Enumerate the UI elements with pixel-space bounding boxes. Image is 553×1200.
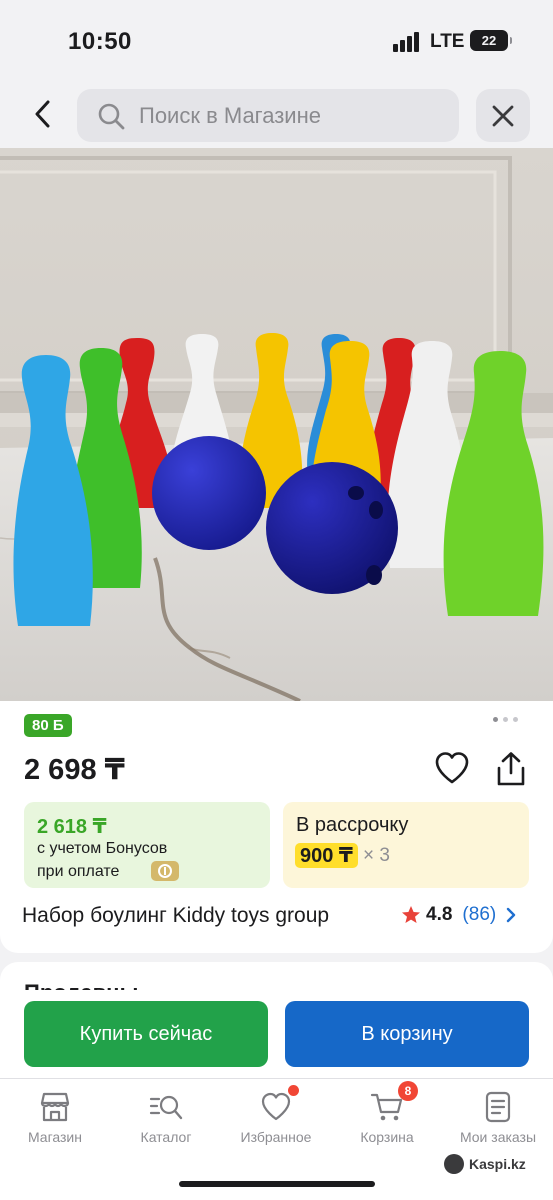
- chevron-left-icon: [35, 100, 50, 128]
- product-photo-bowling-set: [0, 148, 553, 701]
- installment-amount: 900 ₸: [295, 843, 358, 868]
- tab-label: Мои заказы: [459, 1129, 537, 1145]
- bonus-coin-icon: [151, 861, 179, 881]
- tab-label: Корзина: [360, 1129, 414, 1145]
- cart-icon: 8: [370, 1081, 418, 1123]
- installment-multiplier: × 3: [363, 845, 390, 866]
- share-icon[interactable]: [494, 751, 528, 787]
- status-time: 10:50: [68, 28, 132, 55]
- product-image[interactable]: [0, 148, 553, 701]
- buy-now-button[interactable]: Купить сейчас: [24, 1001, 268, 1067]
- installment-box[interactable]: В рассрочку 900 ₸ × 3: [283, 802, 529, 888]
- installment-label: В рассрочку: [296, 814, 409, 836]
- home-indicator: [179, 1181, 375, 1187]
- bonus-badge: 80 Б: [24, 714, 72, 737]
- search-header: Поиск в Магазине: [0, 80, 553, 148]
- product-price: 2 698 ₸: [24, 754, 125, 786]
- cellular-signal-icon: [393, 32, 419, 52]
- rating-link[interactable]: 4.8 (86): [401, 904, 516, 926]
- star-icon: [402, 906, 420, 923]
- review-count: (86): [462, 904, 497, 925]
- tab-catalog[interactable]: Каталог: [111, 1091, 221, 1145]
- tab-cart[interactable]: 8 Корзина: [332, 1081, 442, 1145]
- network-type: LTE: [430, 31, 465, 52]
- tab-orders[interactable]: Мои заказы: [443, 1091, 553, 1145]
- heart-icon: [259, 1085, 299, 1123]
- status-bar: 10:50 LTE 22: [0, 0, 553, 80]
- store-icon: [40, 1092, 70, 1122]
- kaspi-logo-icon: [444, 1154, 464, 1174]
- catalog-search-icon: [149, 1095, 183, 1120]
- tab-favorites[interactable]: Избранное: [221, 1085, 331, 1145]
- tab-label: Каталог: [140, 1129, 192, 1145]
- search-input[interactable]: Поиск в Магазине: [77, 89, 459, 142]
- search-placeholder: Поиск в Магазине: [139, 102, 321, 128]
- tab-store[interactable]: Магазин: [0, 1091, 110, 1145]
- battery-icon: 22: [470, 30, 512, 51]
- close-button[interactable]: [476, 89, 530, 142]
- rating-value: 4.8: [426, 904, 453, 925]
- bonus-price: 2 618 ₸: [37, 816, 107, 838]
- bonus-price-box[interactable]: 2 618 ₸ с учетом Бонусов при оплате: [24, 802, 270, 888]
- notification-dot: [288, 1085, 299, 1096]
- image-pagination: [493, 717, 518, 722]
- favorite-heart-icon[interactable]: [434, 751, 470, 785]
- back-button[interactable]: [22, 94, 62, 134]
- product-title: Набор боулинг Kiddy toys group: [22, 904, 330, 927]
- chevron-right-icon: [507, 907, 516, 923]
- page-dot-active: [493, 717, 498, 722]
- page-dot: [513, 717, 518, 722]
- tab-label: Избранное: [240, 1129, 312, 1145]
- tab-label: Магазин: [27, 1129, 82, 1145]
- tab-bar: Магазин Каталог Избранное 8 Корзина Мои …: [0, 1078, 553, 1200]
- page-dot: [503, 717, 508, 722]
- cart-count-badge: 8: [398, 1081, 418, 1101]
- watermark: Kaspi.kz: [444, 1154, 526, 1174]
- close-icon: [492, 105, 514, 126]
- add-to-cart-button[interactable]: В корзину: [285, 1001, 529, 1067]
- action-bar: Купить сейчас В корзину: [0, 990, 553, 1078]
- product-info-card: 80 Б 2 698 ₸ 2 618 ₸ с учетом Бонусов пр…: [0, 701, 553, 953]
- orders-icon: [485, 1091, 511, 1123]
- search-icon: [98, 103, 125, 129]
- bonus-note-line1: с учетом Бонусов: [37, 840, 168, 857]
- bonus-note-line2: при оплате: [37, 863, 120, 880]
- watermark-text: Kaspi.kz: [469, 1156, 526, 1172]
